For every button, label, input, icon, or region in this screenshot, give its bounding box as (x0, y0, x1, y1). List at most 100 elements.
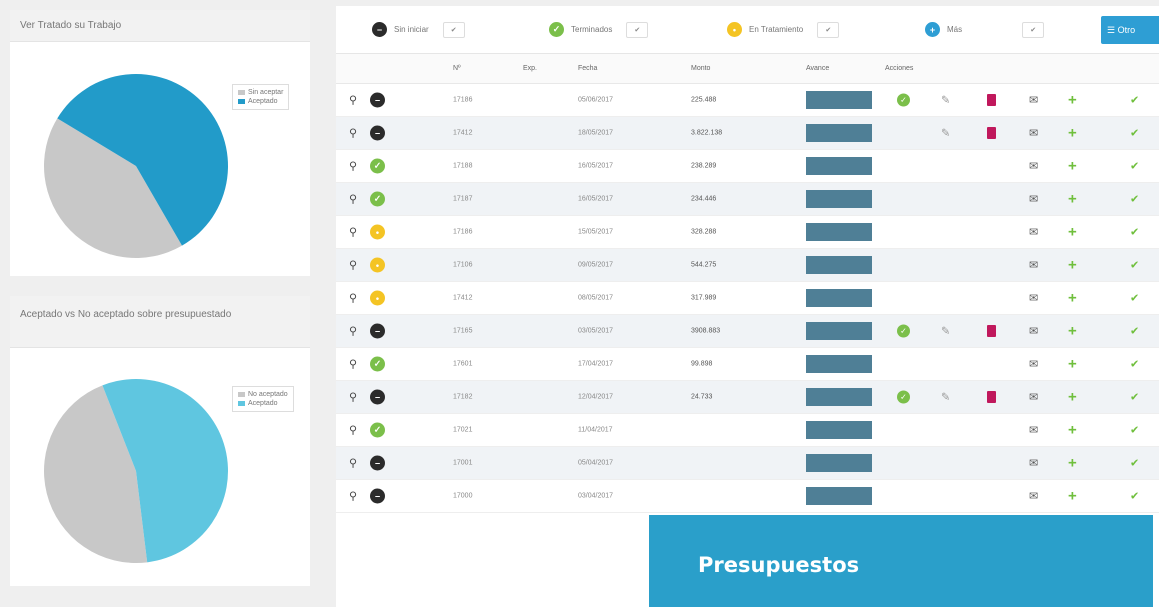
add-icon[interactable]: + (1068, 422, 1077, 439)
add-icon[interactable]: + (1068, 257, 1077, 274)
add-icon[interactable]: + (1068, 455, 1077, 472)
table-row[interactable]: ⚲ • 17106 09/05/2017 544.275 ✉ + ✔ (336, 249, 1159, 282)
check-icon[interactable]: ✔ (1130, 292, 1139, 305)
mail-icon[interactable]: ✉ (1029, 160, 1038, 173)
mail-icon[interactable]: ✉ (1029, 226, 1038, 239)
table-row[interactable]: ⚲ ✓ 17601 17/04/2017 99.898 ✉ + ✔ (336, 348, 1159, 381)
edit-icon[interactable]: ✎ (941, 325, 950, 338)
add-icon[interactable]: + (1068, 488, 1077, 505)
filter-finished[interactable]: ✓ Terminados ✔ (549, 21, 649, 38)
add-icon[interactable]: + (1068, 323, 1077, 340)
add-icon[interactable]: + (1068, 125, 1077, 142)
delete-icon[interactable] (987, 391, 996, 403)
filter-select[interactable]: ✔ (817, 21, 840, 38)
add-icon[interactable]: + (1068, 290, 1077, 307)
mail-icon[interactable]: ✉ (1029, 193, 1038, 206)
check-icon[interactable]: ✔ (1130, 226, 1139, 239)
delete-icon[interactable] (987, 94, 996, 106)
search-icon[interactable]: ⚲ (349, 424, 357, 437)
add-icon[interactable]: + (1068, 92, 1077, 109)
mail-icon[interactable]: ✉ (1029, 292, 1038, 305)
filter-label: En Tratamiento (749, 25, 804, 34)
check-icon[interactable]: ✔ (1130, 94, 1139, 107)
column-header-number[interactable]: Nº (453, 65, 461, 72)
table-row[interactable]: ⚲ ✓ 17021 11/04/2017 ✉ + ✔ (336, 414, 1159, 447)
column-header-exp[interactable]: Exp. (523, 65, 537, 72)
search-icon[interactable]: ⚲ (349, 127, 357, 140)
search-icon[interactable]: ⚲ (349, 490, 357, 503)
mail-icon[interactable]: ✉ (1029, 94, 1038, 107)
cell-number: 17001 (453, 459, 473, 467)
table-row[interactable]: ⚲ • 17186 15/05/2017 328.288 ✉ + ✔ (336, 216, 1159, 249)
table-row[interactable]: ⚲ • 17412 08/05/2017 317.989 ✉ + ✔ (336, 282, 1159, 315)
approve-icon[interactable]: ✓ (897, 390, 910, 404)
mail-icon[interactable]: ✉ (1029, 490, 1038, 503)
add-icon[interactable]: + (1068, 158, 1077, 175)
search-icon[interactable]: ⚲ (349, 193, 357, 206)
progress-bar (806, 190, 872, 208)
table-row[interactable]: ⚲ − 17001 05/04/2017 ✉ + ✔ (336, 447, 1159, 480)
column-header-date[interactable]: Fecha (578, 65, 597, 72)
check-icon[interactable]: ✔ (1130, 259, 1139, 272)
search-icon[interactable]: ⚲ (349, 292, 357, 305)
search-icon[interactable]: ⚲ (349, 457, 357, 470)
add-icon[interactable]: + (1068, 224, 1077, 241)
add-icon[interactable]: + (1068, 191, 1077, 208)
filter-in-progress[interactable]: • En Tratamiento ✔ (727, 21, 840, 38)
search-icon[interactable]: ⚲ (349, 226, 357, 239)
check-icon[interactable]: ✔ (1130, 358, 1139, 371)
search-icon[interactable]: ⚲ (349, 358, 357, 371)
edit-icon[interactable]: ✎ (941, 94, 950, 107)
status-icon: ✓ (370, 422, 385, 438)
search-icon[interactable]: ⚲ (349, 391, 357, 404)
filter-select[interactable]: ✔ (442, 21, 465, 38)
table-row[interactable]: ⚲ ✓ 17188 16/05/2017 238.289 ✉ + ✔ (336, 150, 1159, 183)
mail-icon[interactable]: ✉ (1029, 358, 1038, 371)
column-header-progress[interactable]: Avance (806, 65, 829, 72)
mail-icon[interactable]: ✉ (1029, 391, 1038, 404)
approve-icon[interactable]: ✓ (897, 93, 910, 107)
column-header-amount[interactable]: Monto (691, 65, 710, 72)
check-icon[interactable]: ✔ (1130, 193, 1139, 206)
search-icon[interactable]: ⚲ (349, 94, 357, 107)
edit-icon[interactable]: ✎ (941, 391, 950, 404)
list-view-button[interactable]: ☰ Otro (1101, 16, 1159, 44)
check-icon[interactable]: ✔ (1130, 160, 1139, 173)
table-row[interactable]: ⚲ − 17000 03/04/2017 ✉ + ✔ (336, 480, 1159, 513)
mail-icon[interactable]: ✉ (1029, 259, 1038, 272)
mail-icon[interactable]: ✉ (1029, 457, 1038, 470)
cell-amount: 317.989 (691, 294, 717, 302)
edit-icon[interactable]: ✎ (941, 127, 950, 140)
filter-more[interactable]: + Más ✔ (925, 21, 1045, 38)
cell-date: 12/04/2017 (578, 393, 614, 401)
search-icon[interactable]: ⚲ (349, 160, 357, 173)
table-row[interactable]: ⚲ − 17412 18/05/2017 3.822.138 ✎ ✉ + ✔ (336, 117, 1159, 150)
legend-swatch (238, 392, 245, 398)
check-icon[interactable]: ✔ (1130, 424, 1139, 437)
search-icon[interactable]: ⚲ (349, 325, 357, 338)
status-icon: • (370, 224, 385, 240)
table-row[interactable]: ⚲ − 17165 03/05/2017 3908.883 ✓ ✎ ✉ + ✔ (336, 315, 1159, 348)
check-icon[interactable]: ✔ (1130, 391, 1139, 404)
table-row[interactable]: ⚲ − 17182 12/04/2017 24.733 ✓ ✎ ✉ + ✔ (336, 381, 1159, 414)
check-icon[interactable]: ✔ (1130, 457, 1139, 470)
check-icon[interactable]: ✔ (1130, 127, 1139, 140)
add-icon[interactable]: + (1068, 356, 1077, 373)
approve-icon[interactable]: ✓ (897, 324, 910, 338)
mail-icon[interactable]: ✉ (1029, 325, 1038, 338)
filter-select[interactable]: ✔ (1022, 21, 1045, 38)
table-row[interactable]: ⚲ − 17186 05/06/2017 225.488 ✓ ✎ ✉ + ✔ (336, 84, 1159, 117)
delete-icon[interactable] (987, 127, 996, 139)
check-icon[interactable]: ✔ (1130, 490, 1139, 503)
table-row[interactable]: ⚲ ✓ 17187 16/05/2017 234.446 ✉ + ✔ (336, 183, 1159, 216)
mail-icon[interactable]: ✉ (1029, 127, 1038, 140)
mail-icon[interactable]: ✉ (1029, 424, 1038, 437)
delete-icon[interactable] (987, 325, 996, 337)
filter-select[interactable]: ✔ (626, 21, 649, 38)
progress-bar (806, 454, 872, 472)
filter-label: Sin iniciar (394, 25, 429, 34)
search-icon[interactable]: ⚲ (349, 259, 357, 272)
add-icon[interactable]: + (1068, 389, 1077, 406)
filter-not-started[interactable]: − Sin iniciar ✔ (372, 21, 465, 38)
check-icon[interactable]: ✔ (1130, 325, 1139, 338)
